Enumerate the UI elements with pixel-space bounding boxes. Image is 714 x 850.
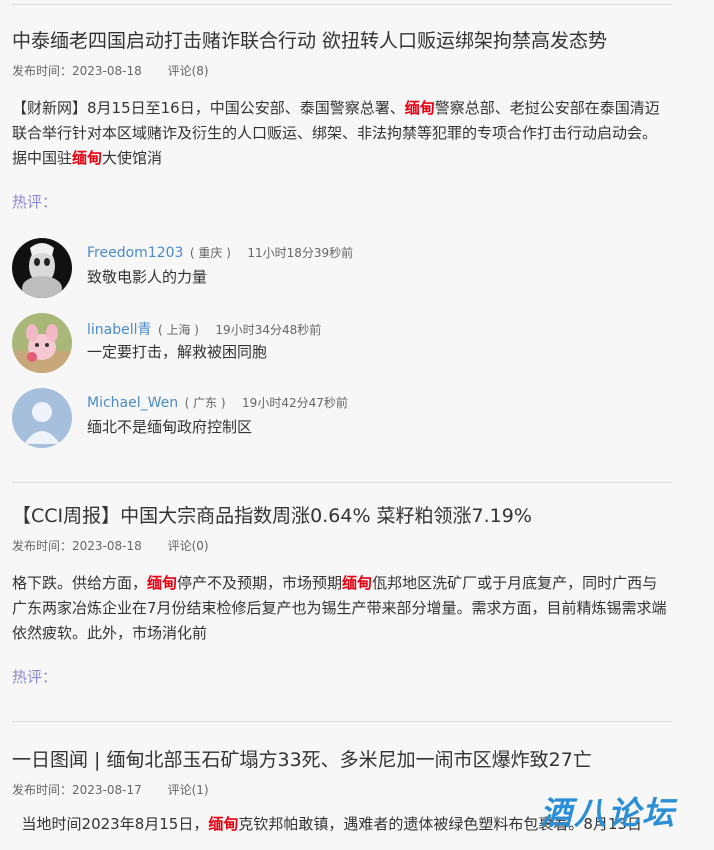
avatar[interactable] [12, 313, 72, 373]
default-user-icon[interactable] [12, 388, 72, 448]
summary-text: 当地时间2023年8月15日， [12, 815, 209, 833]
publish-date: 发布时间：2023-08-18 [12, 539, 142, 553]
top-divider [12, 4, 672, 5]
forum-watermark-logo: 酒八论坛 [540, 794, 677, 832]
keyword-highlight: 缅甸 [72, 149, 103, 167]
keyword-highlight: 缅甸 [404, 99, 435, 117]
article-1: 中泰缅老四国启动打击赌诈联合行动 欲扭转人口贩运绑架拘禁高发态势 发布时间：20… [12, 28, 672, 212]
comment-location: ( 上海 ) [157, 323, 199, 337]
summary-text: 【财新网】8月15日至16日，中国公安部、泰国警察总署、 [12, 99, 405, 117]
hot-comments-list: Freedom1203 ( 重庆 ) 11小时18分39秒前 致敬电影人的力量 … [12, 238, 672, 463]
comment-count-link[interactable]: 评论(0) [168, 539, 209, 553]
comment-text: 致敬电影人的力量 [87, 268, 208, 286]
comment-time: 19小时42分47秒前 [242, 396, 348, 410]
article-meta: 发布时间：2023-08-18 评论(8) [12, 63, 672, 79]
divider [12, 721, 672, 722]
comment-text: 缅北不是缅甸政府控制区 [87, 418, 253, 436]
comment-time: 11小时18分39秒前 [247, 246, 354, 260]
article-title[interactable]: 【CCI周报】中国大宗商品指数周涨0.64% 菜籽粕领涨7.19% [12, 503, 672, 529]
publish-date: 发布时间：2023-08-18 [12, 64, 142, 78]
hot-comments-label: 热评： [12, 668, 58, 686]
comment-username[interactable]: linabell青 [87, 322, 152, 338]
comment-location: ( 广东 ) [184, 396, 226, 410]
summary-text: 停产不及预期，市场预期 [177, 574, 343, 592]
divider [12, 482, 672, 483]
comment-time: 19小时34分48秒前 [215, 323, 322, 337]
keyword-highlight: 缅甸 [208, 815, 239, 833]
comment-count-link[interactable]: 评论(8) [168, 64, 209, 78]
keyword-highlight: 缅甸 [342, 574, 373, 592]
comment-username[interactable]: Freedom1203 [87, 245, 183, 261]
hot-comments-label: 热评： [12, 193, 58, 211]
article-2: 【CCI周报】中国大宗商品指数周涨0.64% 菜籽粕领涨7.19% 发布时间：2… [12, 503, 672, 687]
comment-item: linabell青 ( 上海 ) 19小时34分48秒前 一定要打击，解救被困同… [12, 313, 672, 388]
comment-count-link[interactable]: 评论(1) [168, 783, 209, 797]
article-title[interactable]: 一日图闻 | 缅甸北部玉石矿塌方33死、多米尼加一闹市区爆炸致27亡 [12, 747, 672, 773]
article-meta: 发布时间：2023-08-18 评论(0) [12, 538, 672, 554]
comment-item: Freedom1203 ( 重庆 ) 11小时18分39秒前 致敬电影人的力量 [12, 238, 672, 313]
article-summary: 格下跌。供给方面，缅甸停产不及预期，市场预期缅甸佤邦地区洗矿厂或于月底复产，同时… [12, 571, 672, 646]
article-title[interactable]: 中泰缅老四国启动打击赌诈联合行动 欲扭转人口贩运绑架拘禁高发态势 [12, 28, 672, 54]
article-summary: 【财新网】8月15日至16日，中国公安部、泰国警察总署、缅甸警察总部、老挝公安部… [12, 96, 672, 171]
comment-location: ( 重庆 ) [189, 246, 231, 260]
comment-text: 一定要打击，解救被困同胞 [87, 343, 268, 361]
summary-text: 大使馆消 [102, 149, 163, 167]
summary-text: 格下跌。供给方面， [12, 574, 148, 592]
avatar[interactable] [12, 238, 72, 298]
comment-username[interactable]: Michael_Wen [87, 395, 178, 411]
publish-date: 发布时间：2023-08-17 [12, 783, 142, 797]
keyword-highlight: 缅甸 [147, 574, 178, 592]
comment-item: Michael_Wen ( 广东 ) 19小时42分47秒前 缅北不是缅甸政府控… [12, 388, 672, 463]
